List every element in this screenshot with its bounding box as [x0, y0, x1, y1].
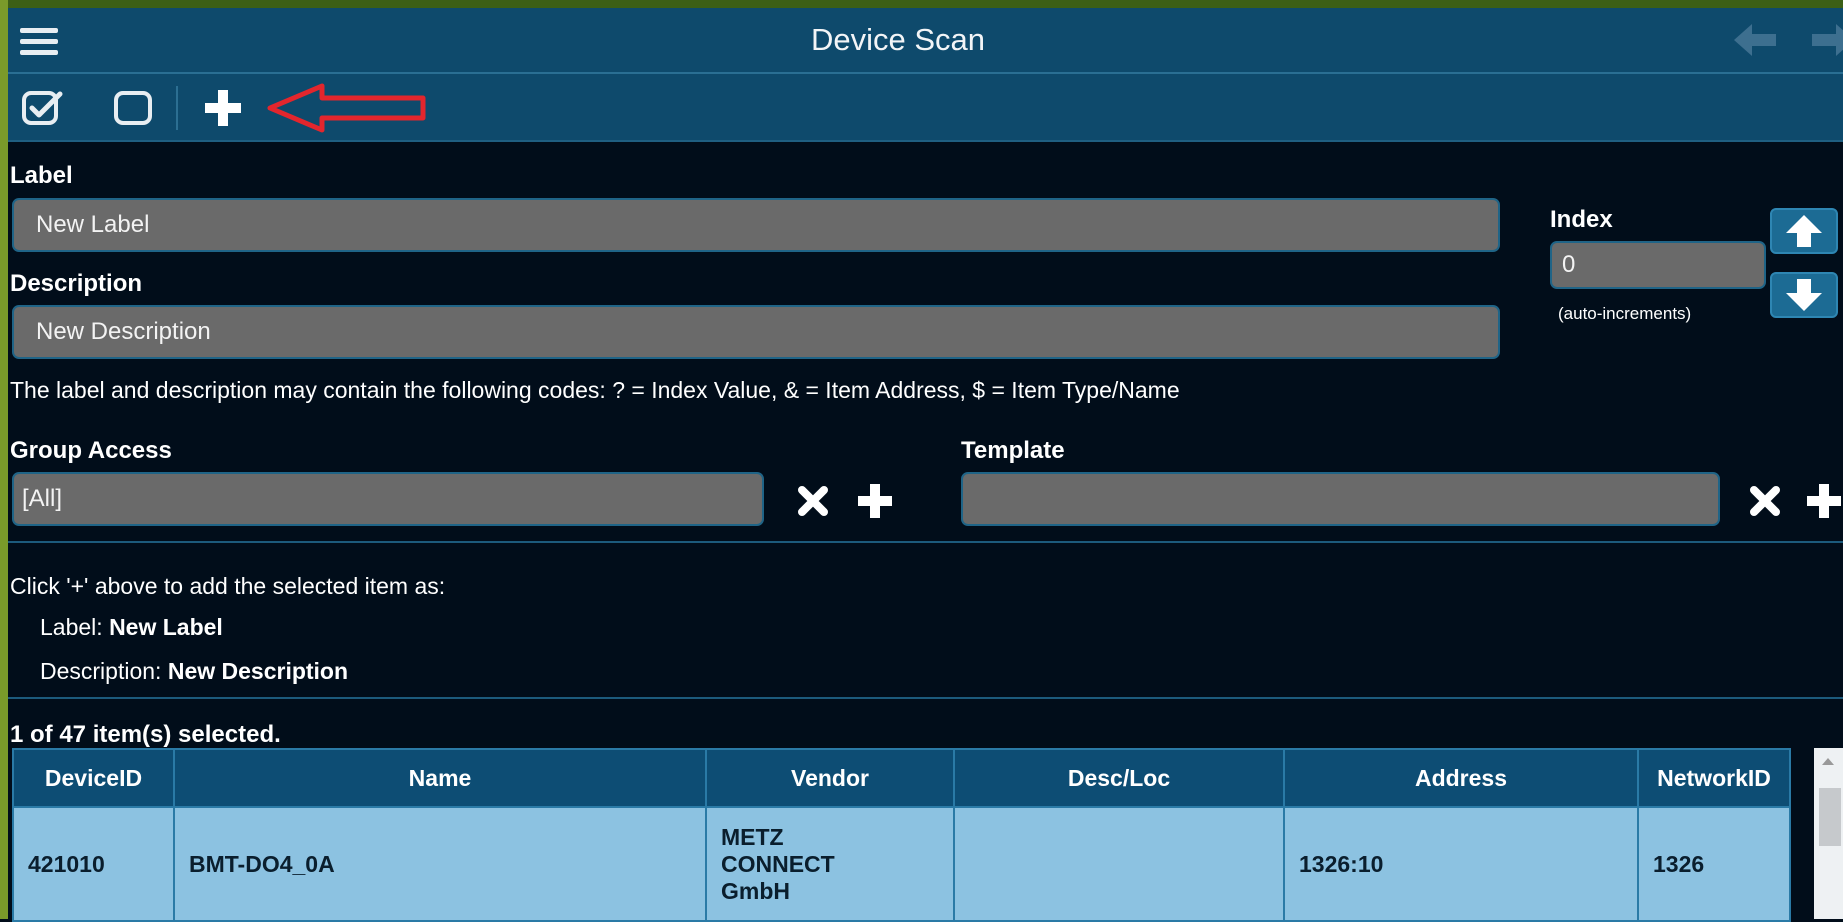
checkbox-checked-icon[interactable]	[20, 88, 66, 128]
cell-networkid: 1326	[1637, 806, 1791, 922]
summary-description-line: Description: New Description	[40, 658, 348, 685]
template-input[interactable]	[961, 472, 1720, 526]
device-table: DeviceID Name Vendor Desc/Loc Address Ne…	[12, 748, 1791, 922]
index-heading: Index	[1550, 206, 1613, 233]
cell-deviceid: 421010	[12, 806, 175, 922]
description-input[interactable]: New Description	[12, 305, 1500, 359]
index-down-button[interactable]	[1770, 272, 1838, 318]
toolbar	[8, 74, 1843, 142]
checkbox-empty-icon[interactable]	[112, 88, 158, 128]
cell-desc-loc	[953, 806, 1285, 922]
column-header-networkid[interactable]: NetworkID	[1637, 748, 1791, 808]
device-scan-app: Device Scan Label New Label Description …	[8, 8, 1843, 922]
selection-status: 1 of 47 item(s) selected.	[10, 721, 281, 748]
template-heading: Template	[961, 437, 1065, 464]
group-access-input[interactable]: [All]	[12, 472, 764, 526]
summary-description-key: Description:	[40, 658, 162, 684]
summary-intro: Click '+' above to add the selected item…	[10, 573, 446, 599]
column-header-address[interactable]: Address	[1283, 748, 1639, 808]
summary-label-key: Label:	[40, 614, 103, 640]
index-hint: (auto-increments)	[1558, 304, 1692, 323]
add-template-icon[interactable]	[1805, 482, 1843, 520]
description-heading: Description	[10, 270, 143, 297]
divider	[8, 541, 1843, 543]
column-header-vendor[interactable]: Vendor	[705, 748, 955, 808]
arrow-up-icon	[1786, 215, 1822, 247]
group-access-heading: Group Access	[10, 437, 172, 464]
annotation-arrow-icon	[267, 83, 426, 133]
arrow-down-icon	[1786, 279, 1822, 311]
cell-name: BMT-DO4_0A	[173, 806, 707, 922]
add-group-access-icon[interactable]	[856, 482, 894, 520]
table-header-row: DeviceID Name Vendor Desc/Loc Address Ne…	[12, 748, 1791, 808]
scroll-up-icon[interactable]	[1822, 758, 1834, 765]
title-bar: Device Scan	[8, 8, 1843, 74]
label-input[interactable]: New Label	[12, 198, 1500, 252]
cell-vendor: METZ CONNECT GmbH	[705, 806, 955, 922]
codes-hint: The label and description may contain th…	[10, 377, 1180, 403]
left-accent-edge	[0, 0, 8, 919]
arrow-left-icon[interactable]	[1730, 22, 1780, 58]
table-row[interactable]: 421010 BMT-DO4_0A METZ CONNECT GmbH 1326…	[12, 806, 1791, 922]
arrow-right-icon[interactable]	[1808, 22, 1843, 58]
top-accent-strip	[0, 0, 1843, 8]
add-item-button[interactable]	[200, 88, 246, 128]
clear-template-icon[interactable]	[1748, 484, 1782, 518]
summary-label-line: Label: New Label	[40, 614, 223, 641]
column-header-name[interactable]: Name	[173, 748, 707, 808]
page-title: Device Scan	[810, 22, 986, 57]
label-heading: Label	[10, 162, 73, 189]
divider	[8, 697, 1843, 699]
column-header-desc-loc[interactable]: Desc/Loc	[953, 748, 1285, 808]
clear-group-access-icon[interactable]	[796, 484, 830, 518]
toolbar-separator	[176, 86, 178, 130]
column-header-deviceid[interactable]: DeviceID	[12, 748, 175, 808]
summary-description-value: New Description	[167, 658, 349, 684]
index-input[interactable]: 0	[1550, 241, 1766, 289]
cell-address: 1326:10	[1283, 806, 1639, 922]
summary-label-value: New Label	[109, 614, 223, 640]
scrollbar-thumb[interactable]	[1819, 788, 1841, 846]
index-up-button[interactable]	[1770, 208, 1838, 254]
